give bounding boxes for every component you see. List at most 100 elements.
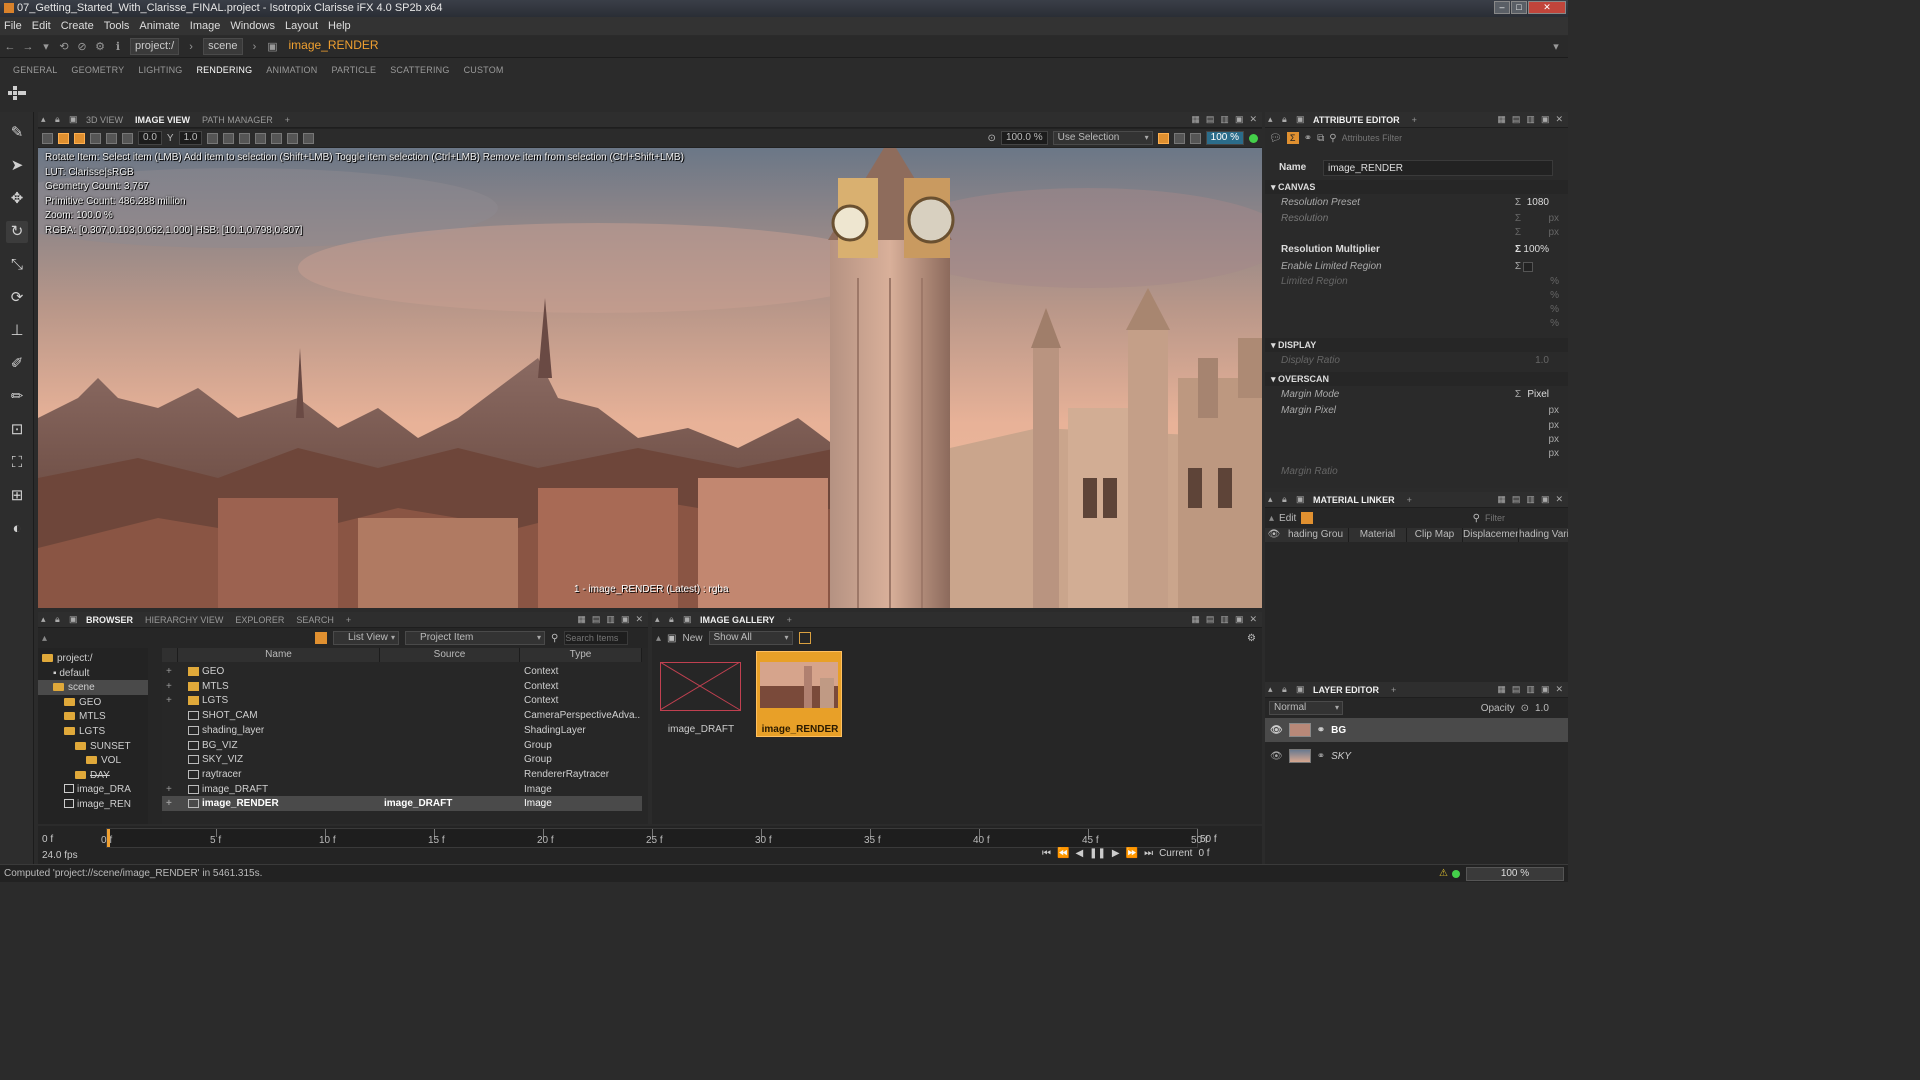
sum-icon[interactable]: Σ: [1515, 196, 1521, 210]
pin-icon[interactable]: ▴: [655, 615, 663, 624]
panel-menu-icon[interactable]: ▣: [1296, 685, 1305, 694]
lock-icon[interactable]: 🔒︎: [1282, 115, 1290, 124]
tab-3d-view[interactable]: 3D VIEW: [80, 112, 129, 127]
shelf-tab-general[interactable]: GENERAL: [6, 62, 64, 78]
close-button[interactable]: ✕: [1528, 1, 1566, 14]
split-vertical-icon[interactable]: ▥: [1526, 684, 1535, 695]
settings-icon[interactable]: ⚙: [94, 41, 106, 53]
visibility-eye-icon[interactable]: 👁︎: [1270, 751, 1283, 762]
link-material-icon[interactable]: [1301, 512, 1314, 524]
split-vertical-icon[interactable]: ▥: [1220, 114, 1229, 125]
expand-toggle-icon[interactable]: +: [166, 693, 172, 708]
limited-region-checkbox[interactable]: [1523, 262, 1533, 272]
add-tab-icon[interactable]: +: [781, 612, 798, 627]
breadcrumb-current[interactable]: image_RENDER: [285, 38, 383, 55]
tab-layer-editor[interactable]: LAYER EDITOR: [1307, 682, 1385, 697]
column-header-name[interactable]: Name: [178, 648, 380, 662]
zoom-field[interactable]: 100.0 %: [1000, 131, 1048, 145]
expand-toggle-icon[interactable]: +: [166, 679, 172, 694]
sum-icon[interactable]: Σ: [1515, 212, 1521, 226]
render-image[interactable]: Rotate Item: Select item (LMB) Add item …: [38, 148, 1262, 608]
collapse-arrow-icon[interactable]: ▴: [1269, 513, 1274, 524]
menu-edit[interactable]: Edit: [32, 20, 51, 32]
sum-icon[interactable]: Σ: [1515, 260, 1521, 274]
table-row[interactable]: + LGTS Context: [162, 693, 642, 708]
first-frame-icon[interactable]: ⏮: [1042, 848, 1051, 859]
attributes-filter-input[interactable]: [1341, 131, 1522, 145]
region-icon[interactable]: [287, 132, 299, 144]
tree-node[interactable]: image_REN: [64, 797, 131, 812]
grid-layout-icon[interactable]: ▦: [1497, 684, 1506, 695]
shelf-tab-custom[interactable]: CUSTOM: [457, 62, 511, 78]
shelf-grid-icon[interactable]: [8, 86, 26, 104]
table-row[interactable]: raytracer RendererRaytracer: [162, 767, 642, 782]
grid-layout-icon[interactable]: ▦: [1191, 614, 1200, 625]
opacity-field[interactable]: 1.0: [1535, 703, 1565, 714]
close-panel-icon[interactable]: ✕: [1555, 114, 1563, 125]
table-row[interactable]: shading_layer ShadingLayer: [162, 723, 642, 738]
compare-icon[interactable]: [255, 132, 267, 144]
split-vertical-icon[interactable]: ▥: [606, 614, 615, 625]
menu-tools[interactable]: Tools: [104, 20, 130, 32]
orbit-icon[interactable]: ⟳: [6, 287, 28, 309]
checker-button[interactable]: [90, 132, 101, 144]
zoom-frame-icon[interactable]: ⊡: [6, 419, 28, 441]
stop-icon[interactable]: ❚❚: [1089, 848, 1106, 859]
menu-windows[interactable]: Windows: [230, 20, 275, 32]
stamp-icon[interactable]: ⊥: [6, 320, 28, 342]
split-horizontal-icon[interactable]: ▤: [592, 614, 601, 625]
current-frame-field[interactable]: 0 f: [1198, 848, 1209, 859]
last-frame-icon[interactable]: ⏭: [1144, 848, 1153, 859]
expand-toggle-icon[interactable]: +: [166, 796, 172, 811]
split-vertical-icon[interactable]: ▥: [1526, 114, 1535, 125]
prev-key-icon[interactable]: ⏪: [1057, 848, 1069, 859]
section-canvas[interactable]: ▾ CANVAS: [1265, 180, 1568, 194]
tree-node[interactable]: VOL: [86, 753, 121, 768]
color-swatch-icon[interactable]: ◐: [6, 518, 28, 540]
panel-menu-icon[interactable]: ▣: [69, 115, 78, 124]
close-panel-icon[interactable]: ✕: [1555, 684, 1563, 695]
tree-node[interactable]: MTLS: [64, 709, 106, 724]
path-menu-icon[interactable]: ▾: [1550, 41, 1562, 53]
selection-dropdown[interactable]: Use Selection: [1052, 131, 1153, 145]
tab-attribute-editor[interactable]: ATTRIBUTE EDITOR: [1307, 112, 1406, 127]
breadcrumb-scene[interactable]: scene: [203, 38, 243, 55]
column-shading-variable[interactable]: hading Varia: [1519, 528, 1568, 542]
shelf-tab-particle[interactable]: PARTICLE: [324, 62, 383, 78]
table-row[interactable]: + MTLS Context: [162, 679, 642, 694]
play-icon[interactable]: ▶: [1112, 848, 1120, 859]
forward-arrow-icon[interactable]: →: [22, 41, 34, 53]
display-alpha-button[interactable]: [58, 132, 69, 144]
tab-image-gallery[interactable]: IMAGE GALLERY: [694, 612, 781, 627]
type-filter-dropdown[interactable]: Project Item: [405, 631, 546, 645]
hud-button[interactable]: [74, 132, 85, 144]
table-row[interactable]: BG_VIZ Group: [162, 738, 642, 753]
menu-image[interactable]: Image: [190, 20, 221, 32]
exposure-field[interactable]: 0.0: [138, 131, 162, 145]
maximize-panel-icon[interactable]: ▣: [621, 614, 630, 625]
close-panel-icon[interactable]: ✕: [635, 614, 643, 625]
copy-icon[interactable]: ⧉: [1317, 133, 1324, 144]
split-horizontal-icon[interactable]: ▤: [1512, 684, 1521, 695]
column-header-source[interactable]: Source: [380, 648, 520, 662]
tree-node[interactable]: project:/: [42, 651, 93, 666]
menu-create[interactable]: Create: [61, 20, 94, 32]
sum-icon[interactable]: Σ: [1515, 243, 1521, 257]
panel-menu-icon[interactable]: ▣: [683, 615, 692, 624]
split-vertical-icon[interactable]: ▥: [1220, 614, 1229, 625]
status-zoom[interactable]: 100 %: [1466, 867, 1564, 881]
prev-frame-icon[interactable]: ◀: [1075, 848, 1083, 859]
lock-icon[interactable]: 🔒︎: [55, 115, 63, 124]
tab-image-view[interactable]: IMAGE VIEW: [129, 112, 196, 127]
split-horizontal-icon[interactable]: ▤: [1206, 114, 1215, 125]
layer-row[interactable]: 👁︎ ⚭ BG: [1265, 718, 1568, 742]
pin-icon[interactable]: ▴: [1268, 115, 1276, 124]
next-key-icon[interactable]: ⏩: [1126, 848, 1138, 859]
section-display[interactable]: ▾ DISPLAY: [1265, 338, 1568, 352]
minimize-button[interactable]: –: [1494, 1, 1510, 14]
histogram-icon[interactable]: [207, 132, 219, 144]
timeline-start-field[interactable]: 0 f: [42, 834, 53, 845]
render-play-button[interactable]: [1157, 132, 1169, 144]
display-rgb-button[interactable]: [42, 132, 53, 144]
visibility-eye-icon[interactable]: 👁︎: [1265, 528, 1283, 542]
